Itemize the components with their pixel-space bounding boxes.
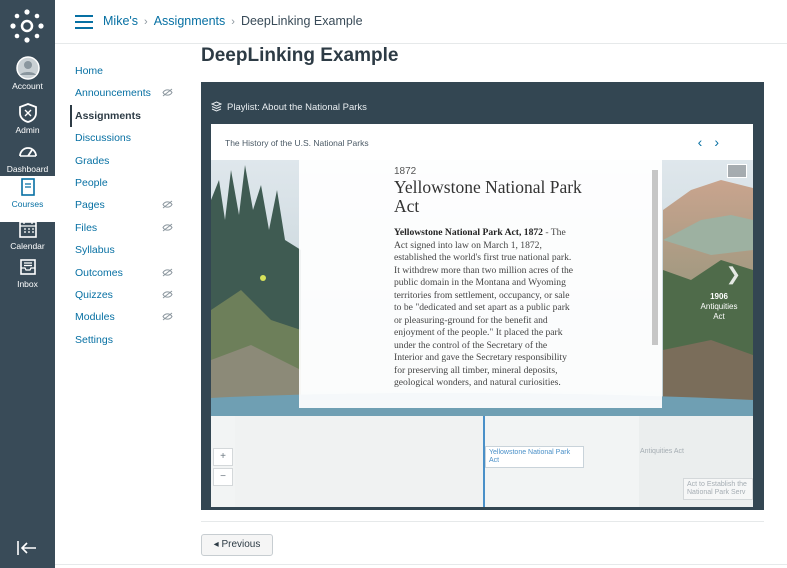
- course-nav: Home Announcements Assignments Discussio…: [70, 60, 185, 351]
- hidden-eye-icon: [162, 268, 173, 276]
- course-nav-label: Announcements: [75, 87, 151, 100]
- global-nav-label: Courses: [11, 199, 44, 209]
- course-nav-quizzes[interactable]: Quizzes: [70, 284, 185, 306]
- hidden-eye-icon: [162, 312, 173, 321]
- global-nav: Account Admin Dashboard Courses Calendar: [0, 0, 55, 568]
- story-stage: The History of the U.S. National Parks ‹…: [211, 124, 753, 507]
- next-slide-arrow-icon[interactable]: ❯: [726, 264, 741, 285]
- course-nav-label: Quizzes: [75, 288, 113, 301]
- global-nav-label: Admin: [15, 125, 40, 135]
- course-nav-label: Settings: [75, 333, 113, 346]
- hidden-eye-icon: [162, 200, 173, 209]
- page-header: Mike's › Assignments › DeepLinking Example: [55, 0, 787, 44]
- slide-scrollbar[interactable]: [652, 164, 658, 404]
- previous-button[interactable]: ◂ Previous: [201, 534, 273, 556]
- course-nav-files[interactable]: Files: [70, 217, 185, 239]
- global-nav-label: Inbox: [17, 279, 38, 289]
- slide-headline: Yellowstone National Park Act: [394, 177, 582, 216]
- slide-year: 1872: [394, 166, 417, 177]
- course-nav-modules[interactable]: Modules: [70, 306, 185, 328]
- next-slide-title: Antiquities Act: [700, 302, 738, 321]
- course-nav-label: Grades: [75, 154, 110, 167]
- dashboard-icon: [18, 147, 37, 157]
- course-nav-pages[interactable]: Pages: [70, 194, 185, 216]
- course-nav-grades[interactable]: Grades: [70, 150, 185, 172]
- avatar-icon: [15, 56, 40, 80]
- next-slide-icon[interactable]: ›: [714, 134, 731, 150]
- playlist-header: Playlist: About the National Parks: [210, 101, 367, 113]
- timeline-event[interactable]: Yellowstone National Park Act: [485, 446, 584, 468]
- canvas-logo-icon[interactable]: [9, 8, 45, 44]
- course-nav-label: Outcomes: [75, 266, 123, 279]
- global-nav-label: Calendar: [10, 241, 45, 251]
- stack-icon: [210, 101, 223, 112]
- course-nav-syllabus[interactable]: Syllabus: [70, 239, 185, 261]
- slide-body-title: Yellowstone National Park Act, 1872: [394, 227, 543, 238]
- breadcrumb-current: DeepLinking Example: [240, 14, 363, 28]
- slide-photo: 1872 Yellowstone National Park Act Yello…: [211, 160, 753, 416]
- global-nav-label: Dashboard: [6, 164, 49, 174]
- course-nav-announcements[interactable]: Announcements: [70, 82, 185, 104]
- timeline: + − Yellowstone National Park Act Antiqu…: [211, 416, 753, 507]
- playlist-title: Playlist: About the National Parks: [227, 102, 367, 113]
- course-nav-label: Modules: [75, 311, 115, 324]
- global-nav-courses[interactable]: Courses: [0, 176, 55, 222]
- course-nav-outcomes[interactable]: Outcomes: [70, 262, 185, 284]
- slide-body: Yellowstone National Park Act, 1872 - Th…: [394, 227, 574, 407]
- course-nav-label: Discussions: [75, 132, 132, 145]
- prev-slide-icon[interactable]: ‹: [698, 134, 715, 150]
- global-nav-account[interactable]: Account: [0, 56, 55, 102]
- divider: [55, 564, 787, 565]
- next-slide-year: 1906: [710, 292, 728, 301]
- timeline-event[interactable]: Antiquities Act: [637, 446, 737, 458]
- hidden-eye-icon: [162, 223, 173, 232]
- inbox-icon: [19, 259, 36, 275]
- next-slide-preview[interactable]: 1906 Antiquities Act: [695, 292, 743, 322]
- breadcrumb-course[interactable]: Mike's: [103, 14, 138, 28]
- divider: [201, 521, 764, 522]
- course-nav-label: Assignments: [75, 109, 141, 122]
- course-nav-label: Syllabus: [75, 244, 115, 257]
- collapse-nav-icon[interactable]: [16, 540, 38, 556]
- chevron-right-icon: ›: [144, 16, 148, 28]
- course-nav-discussions[interactable]: Discussions: [70, 127, 185, 149]
- slide-body-text: - The Act signed into law on March 1, 18…: [394, 227, 574, 388]
- course-nav-home[interactable]: Home: [70, 60, 185, 82]
- chevron-right-icon: ›: [231, 16, 235, 28]
- fullscreen-icon[interactable]: [727, 164, 747, 178]
- course-nav-label: Pages: [75, 199, 105, 212]
- zoom-in-icon[interactable]: +: [213, 448, 233, 466]
- hamburger-menu-icon[interactable]: [75, 15, 93, 29]
- course-nav-label: Home: [75, 65, 104, 77]
- story-title: The History of the U.S. National Parks: [225, 138, 369, 148]
- course-nav-people[interactable]: People: [70, 172, 185, 194]
- zoom-out-icon[interactable]: −: [213, 468, 233, 486]
- course-nav-label: People: [75, 176, 108, 189]
- course-nav-label: Files: [75, 221, 98, 234]
- hidden-eye-icon: [162, 290, 173, 299]
- embedded-player: Playlist: About the National Parks The H…: [201, 82, 764, 510]
- course-nav-settings[interactable]: Settings: [70, 329, 185, 351]
- hidden-eye-icon: [162, 88, 173, 97]
- slide-card: 1872 Yellowstone National Park Act Yello…: [299, 160, 662, 408]
- breadcrumb-assignments[interactable]: Assignments: [154, 14, 226, 28]
- global-nav-inbox[interactable]: Inbox: [0, 256, 55, 302]
- global-nav-label: Account: [12, 81, 43, 91]
- timeline-event[interactable]: Act to Establish the National Park Serv: [683, 478, 753, 500]
- scrollbar-thumb[interactable]: [652, 170, 658, 345]
- story-nav: ‹›: [698, 134, 731, 150]
- page-title: DeepLinking Example: [201, 45, 399, 66]
- calendar-icon: [18, 220, 37, 238]
- shield-icon: [18, 103, 37, 123]
- timeline-band: [235, 416, 483, 507]
- breadcrumb: Mike's › Assignments › DeepLinking Example: [103, 14, 363, 28]
- book-icon: [20, 178, 35, 196]
- course-nav-assignments[interactable]: Assignments: [70, 104, 185, 128]
